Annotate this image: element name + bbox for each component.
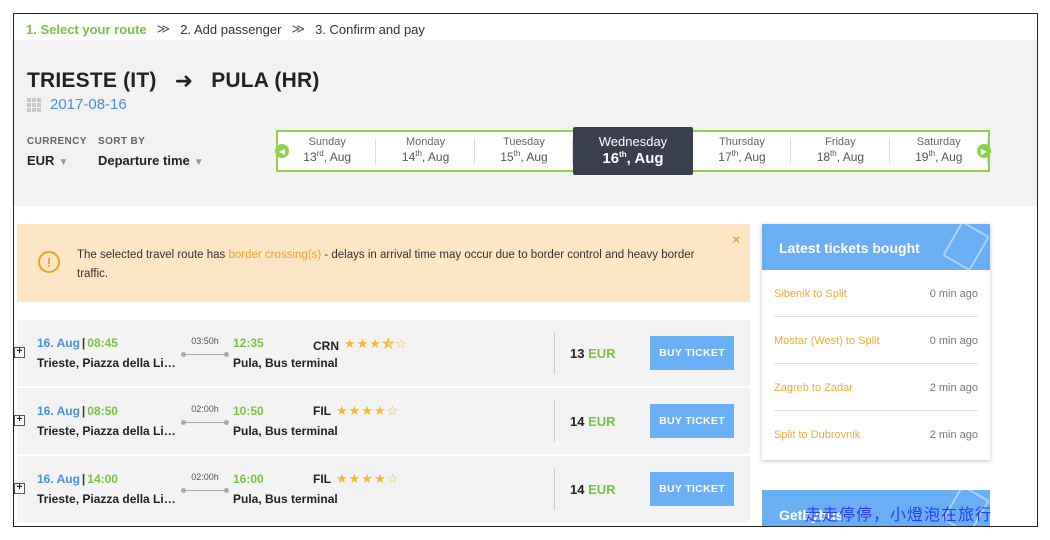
divider: [554, 332, 555, 374]
latest-tickets-panel: Latest tickets bought Sibenik to Split 0 …: [762, 224, 990, 460]
step-separator-icon: ≫: [291, 21, 306, 36]
warning-icon: !: [38, 251, 60, 273]
buy-ticket-button[interactable]: BUY TICKET: [650, 472, 734, 506]
departure-station: Trieste, Piazza della Libertà: [37, 424, 177, 438]
route-to: PULA (HR): [211, 69, 320, 92]
step-add-passenger[interactable]: 2. Add passenger: [180, 22, 281, 37]
currency-select[interactable]: EUR ▼: [27, 153, 87, 168]
rating-stars-icon: ★★★★☆: [336, 471, 400, 486]
divider: [554, 468, 555, 510]
date-option-selected[interactable]: Wednesday 16th, Aug: [573, 127, 693, 175]
expand-icon[interactable]: +: [14, 347, 25, 358]
departure-datetime: 16. Aug | 08:45: [37, 336, 118, 350]
operator: CRN ★★★⯪☆: [313, 335, 408, 357]
search-header: TRIESTE (IT) ➜ PULA (HR) 2017-08-16 CURR…: [14, 40, 1037, 206]
checkout-steps: 1. Select your route ≫ 2. Add passenger …: [26, 18, 425, 40]
arrival-time: 16:00: [233, 472, 264, 486]
rating-stars-icon: ★★★★☆: [336, 403, 400, 418]
rating-stars-icon: ★★★⯪☆: [344, 336, 408, 351]
trip-row: + 16. Aug | 08:45 Trieste, Piazza della Li…: [14, 320, 750, 386]
watermark-text: 走走停停，小燈泡在旅行: [805, 507, 993, 524]
expand-icon[interactable]: +: [14, 415, 25, 426]
step-confirm-pay[interactable]: 3. Confirm and pay: [315, 22, 425, 37]
latest-ticket-item[interactable]: Split to Dubrovnik 2 min ago: [774, 411, 978, 458]
date-option[interactable]: Sunday 13rd, Aug: [278, 132, 377, 170]
arrival-station: Pula, Bus terminal: [233, 424, 338, 438]
arrival-time: 12:35: [233, 336, 264, 350]
chevron-right-icon[interactable]: ▶: [977, 144, 991, 158]
route-date[interactable]: 2017-08-16: [27, 96, 127, 113]
sort-select[interactable]: Departure time ▼: [98, 153, 204, 168]
price: 13 EUR: [570, 346, 616, 361]
latest-tickets-title: Latest tickets bought: [762, 224, 990, 270]
latest-ticket-item[interactable]: Sibenik to Split 0 min ago: [774, 270, 978, 317]
alert-message: The selected travel route has border cro…: [77, 249, 695, 280]
departure-station: Trieste, Piazza della Libertà: [37, 492, 177, 506]
arrival-time: 10:50: [233, 404, 264, 418]
trip-row: + 16. Aug | 14:00 Trieste, Piazza della Li…: [14, 456, 750, 522]
date-option[interactable]: Thursday 17th, Aug: [693, 132, 792, 170]
sort-filter[interactable]: SORT BY Departure time ▼: [98, 136, 204, 168]
currency-filter[interactable]: CURRENCY EUR ▼: [27, 136, 87, 168]
caret-down-icon: ▼: [193, 157, 204, 168]
date-option[interactable]: Friday 18th, Aug: [791, 132, 890, 170]
date-selector: ◀ Sunday 13rd, Aug Monday 14th, Aug Tues…: [275, 127, 991, 175]
trip-duration: 03:50h: [181, 336, 229, 357]
step-separator-icon: ≫: [156, 21, 171, 36]
caret-down-icon: ▼: [58, 157, 69, 168]
departure-datetime: 16. Aug | 14:00: [37, 472, 118, 486]
trip-duration: 02:00h: [181, 472, 229, 493]
close-icon[interactable]: ×: [732, 232, 740, 247]
price: 14 EUR: [570, 414, 616, 429]
trip-row: + 16. Aug | 08:50 Trieste, Piazza della Li…: [14, 388, 750, 454]
buy-ticket-button[interactable]: BUY TICKET: [650, 336, 734, 370]
trip-duration: 02:00h: [181, 404, 229, 425]
buy-ticket-button[interactable]: BUY TICKET: [650, 404, 734, 438]
operator: FIL ★★★★☆: [313, 403, 400, 418]
ticket-icon: [942, 224, 990, 270]
currency-label: CURRENCY: [27, 136, 87, 147]
route-date-value[interactable]: 2017-08-16: [50, 96, 127, 113]
route-from: TRIESTE (IT): [27, 69, 157, 92]
border-crossing-alert: ! The selected travel route has border c…: [17, 224, 750, 302]
divider: [554, 400, 555, 442]
arrival-station: Pula, Bus terminal: [233, 356, 338, 370]
arrival-station: Pula, Bus terminal: [233, 492, 338, 506]
arrow-right-icon: ➜: [174, 68, 194, 93]
calendar-icon[interactable]: [27, 97, 41, 112]
price: 14 EUR: [570, 482, 616, 497]
departure-station: Trieste, Piazza della Libertà: [37, 356, 177, 370]
date-option[interactable]: Saturday 19th, Aug: [890, 132, 989, 170]
operator: FIL ★★★★☆: [313, 471, 400, 486]
date-option[interactable]: Tuesday 15th, Aug: [475, 132, 574, 170]
date-option[interactable]: Monday 14th, Aug: [376, 132, 476, 170]
route-title: TRIESTE (IT) ➜ PULA (HR): [27, 68, 320, 94]
latest-ticket-item[interactable]: Mostar (West) to Split 0 min ago: [774, 317, 978, 364]
border-crossing-link[interactable]: border crossing(s): [229, 249, 322, 261]
latest-ticket-item[interactable]: Zagreb to Zadar 2 min ago: [774, 364, 978, 411]
expand-icon[interactable]: +: [14, 483, 25, 494]
browser-frame: 1. Select your route ≫ 2. Add passenger …: [13, 13, 1038, 527]
departure-datetime: 16. Aug | 08:50: [37, 404, 118, 418]
sort-label: SORT BY: [98, 136, 146, 147]
step-select-route[interactable]: 1. Select your route: [26, 22, 147, 37]
